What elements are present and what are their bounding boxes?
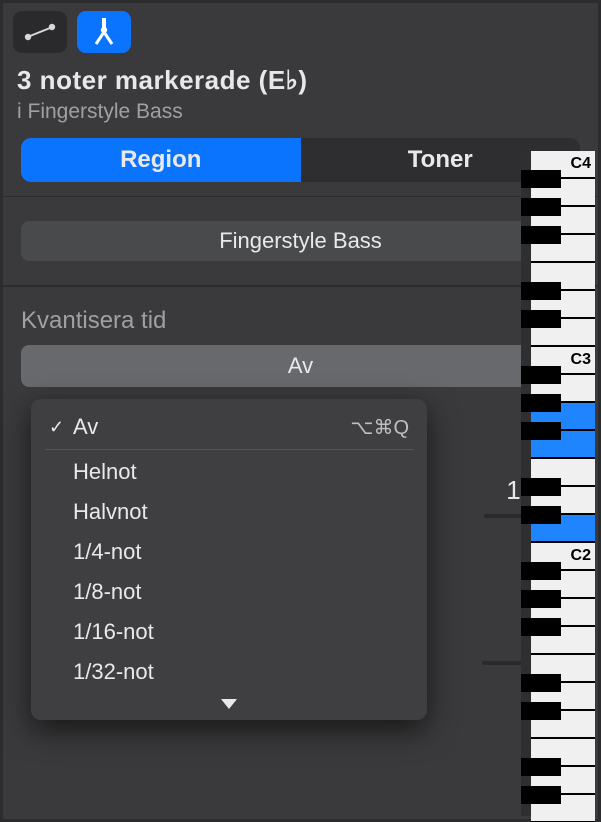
automation-icon bbox=[23, 21, 57, 43]
quantize-menu-item[interactable]: 1/8-not bbox=[31, 572, 427, 612]
octave-label: C3 bbox=[571, 351, 591, 369]
quantize-menu-item[interactable]: 1/4-not bbox=[31, 532, 427, 572]
quantize-menu-item[interactable]: Helnot bbox=[31, 452, 427, 492]
menu-item-label: Av bbox=[73, 414, 350, 440]
quantize-popup[interactable]: Av bbox=[21, 345, 580, 387]
black-key[interactable] bbox=[521, 170, 561, 188]
automation-button[interactable] bbox=[13, 11, 67, 53]
black-key[interactable] bbox=[521, 702, 561, 720]
quantize-menu-item[interactable]: 1/16-not bbox=[31, 612, 427, 652]
black-key[interactable] bbox=[521, 478, 561, 496]
region-name-field[interactable]: Fingerstyle Bass bbox=[21, 221, 580, 261]
quantize-menu-item[interactable]: 1/32-not bbox=[31, 652, 427, 692]
flex-button[interactable] bbox=[77, 11, 131, 53]
menu-item-label: 1/32-not bbox=[73, 659, 409, 685]
black-key[interactable] bbox=[521, 198, 561, 216]
quantize-dropdown: ✓ Av ⌥⌘Q Helnot Halvnot 1/4-not 1/8-not … bbox=[31, 399, 427, 720]
page-title: 3 noter markerade (E♭) bbox=[17, 65, 584, 96]
black-key[interactable] bbox=[521, 366, 561, 384]
black-key[interactable] bbox=[521, 310, 561, 328]
menu-item-label: 1/4-not bbox=[73, 539, 409, 565]
black-key[interactable] bbox=[521, 282, 561, 300]
black-key[interactable] bbox=[521, 674, 561, 692]
black-key[interactable] bbox=[521, 422, 561, 440]
menu-scroll-down[interactable] bbox=[31, 692, 427, 716]
menu-item-label: Halvnot bbox=[73, 499, 409, 525]
quantize-selected: Av bbox=[288, 353, 313, 379]
menu-item-label: 1/16-not bbox=[73, 619, 409, 645]
black-key[interactable] bbox=[521, 618, 561, 636]
tab-region[interactable]: Region bbox=[21, 138, 301, 182]
black-key[interactable] bbox=[521, 226, 561, 244]
menu-divider bbox=[45, 449, 413, 450]
view-segmented: Region Toner bbox=[21, 138, 580, 182]
black-key[interactable] bbox=[521, 562, 561, 580]
black-key[interactable] bbox=[521, 786, 561, 804]
chevron-down-icon bbox=[221, 699, 237, 709]
menu-item-label: Helnot bbox=[73, 459, 409, 485]
black-key[interactable] bbox=[521, 506, 561, 524]
quantize-label: Kvantisera tid bbox=[21, 307, 580, 335]
black-key[interactable] bbox=[521, 590, 561, 608]
piano-keyboard[interactable]: C4 C3 C2 bbox=[521, 151, 595, 816]
keyboard-shortcut: ⌥⌘Q bbox=[350, 415, 409, 440]
checkmark-icon: ✓ bbox=[49, 417, 73, 438]
quantize-menu-item[interactable]: Halvnot bbox=[31, 492, 427, 532]
menu-item-label: 1/8-not bbox=[73, 579, 409, 605]
octave-label: C4 bbox=[571, 155, 591, 173]
flex-icon bbox=[91, 17, 117, 47]
page-subtitle: i Fingerstyle Bass bbox=[17, 100, 584, 124]
quantize-menu-item-off[interactable]: ✓ Av ⌥⌘Q bbox=[31, 407, 427, 447]
black-key[interactable] bbox=[521, 758, 561, 776]
octave-label: C2 bbox=[571, 547, 591, 565]
black-key[interactable] bbox=[521, 394, 561, 412]
